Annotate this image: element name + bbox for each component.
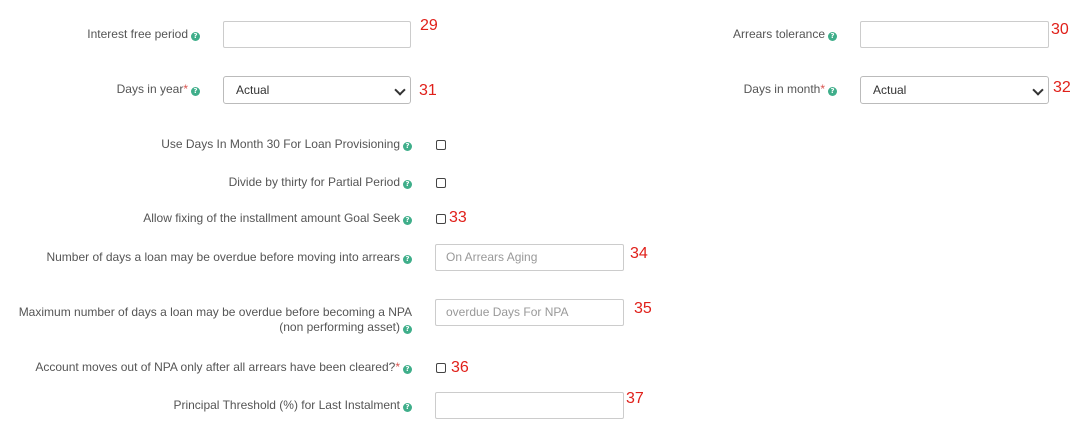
use-days-30-checkbox[interactable]: [436, 140, 446, 150]
marker-30: 30: [1051, 21, 1069, 38]
marker-36: 36: [451, 359, 469, 376]
interest-free-period-label: Interest free period?: [87, 27, 200, 42]
marker-31: 31: [419, 82, 437, 99]
npa-cleared-label: Account moves out of NPA only after all …: [35, 360, 412, 375]
help-icon[interactable]: ?: [828, 87, 837, 96]
overdue-npa-label: Maximum number of days a loan may be ove…: [18, 305, 412, 334]
principal-threshold-input[interactable]: [435, 392, 624, 419]
marker-35: 35: [634, 300, 652, 317]
days-in-year-label: Days in year*?: [117, 82, 200, 97]
goal-seek-checkbox[interactable]: [436, 214, 446, 224]
marker-37: 37: [626, 390, 644, 407]
overdue-npa-input[interactable]: overdue Days For NPA: [435, 299, 624, 326]
days-in-month-value: Actual: [873, 83, 907, 97]
marker-34: 34: [630, 245, 648, 262]
chevron-down-icon: [394, 84, 406, 96]
help-icon[interactable]: ?: [403, 365, 412, 374]
overdue-arrears-label: Number of days a loan may be overdue bef…: [46, 250, 412, 265]
arrears-tolerance-label: Arrears tolerance?: [733, 27, 837, 42]
arrears-tolerance-input[interactable]: [860, 21, 1049, 48]
help-icon[interactable]: ?: [403, 142, 412, 151]
use-days-30-label: Use Days In Month 30 For Loan Provisioni…: [161, 137, 412, 152]
help-icon[interactable]: ?: [191, 32, 200, 41]
help-icon[interactable]: ?: [828, 32, 837, 41]
marker-29: 29: [420, 17, 438, 34]
days-in-month-label: Days in month*?: [744, 82, 837, 97]
interest-free-period-input[interactable]: [223, 21, 411, 48]
help-icon[interactable]: ?: [403, 180, 412, 189]
marker-32: 32: [1053, 79, 1071, 96]
overdue-arrears-input[interactable]: On Arrears Aging: [435, 244, 624, 271]
goal-seek-label: Allow fixing of the installment amount G…: [143, 211, 412, 226]
help-icon[interactable]: ?: [403, 255, 412, 264]
principal-threshold-label: Principal Threshold (%) for Last Instalm…: [173, 398, 412, 413]
help-icon[interactable]: ?: [403, 403, 412, 412]
days-in-month-select[interactable]: Actual: [860, 76, 1049, 104]
divide-by-thirty-checkbox[interactable]: [436, 178, 446, 188]
help-icon[interactable]: ?: [403, 216, 412, 225]
help-icon[interactable]: ?: [191, 87, 200, 96]
npa-cleared-checkbox[interactable]: [436, 363, 446, 373]
help-icon[interactable]: ?: [403, 325, 412, 334]
days-in-year-value: Actual: [236, 83, 270, 97]
marker-33: 33: [449, 209, 467, 226]
chevron-down-icon: [1032, 84, 1044, 96]
days-in-year-select[interactable]: Actual: [223, 76, 411, 104]
divide-by-thirty-label: Divide by thirty for Partial Period?: [229, 175, 412, 190]
